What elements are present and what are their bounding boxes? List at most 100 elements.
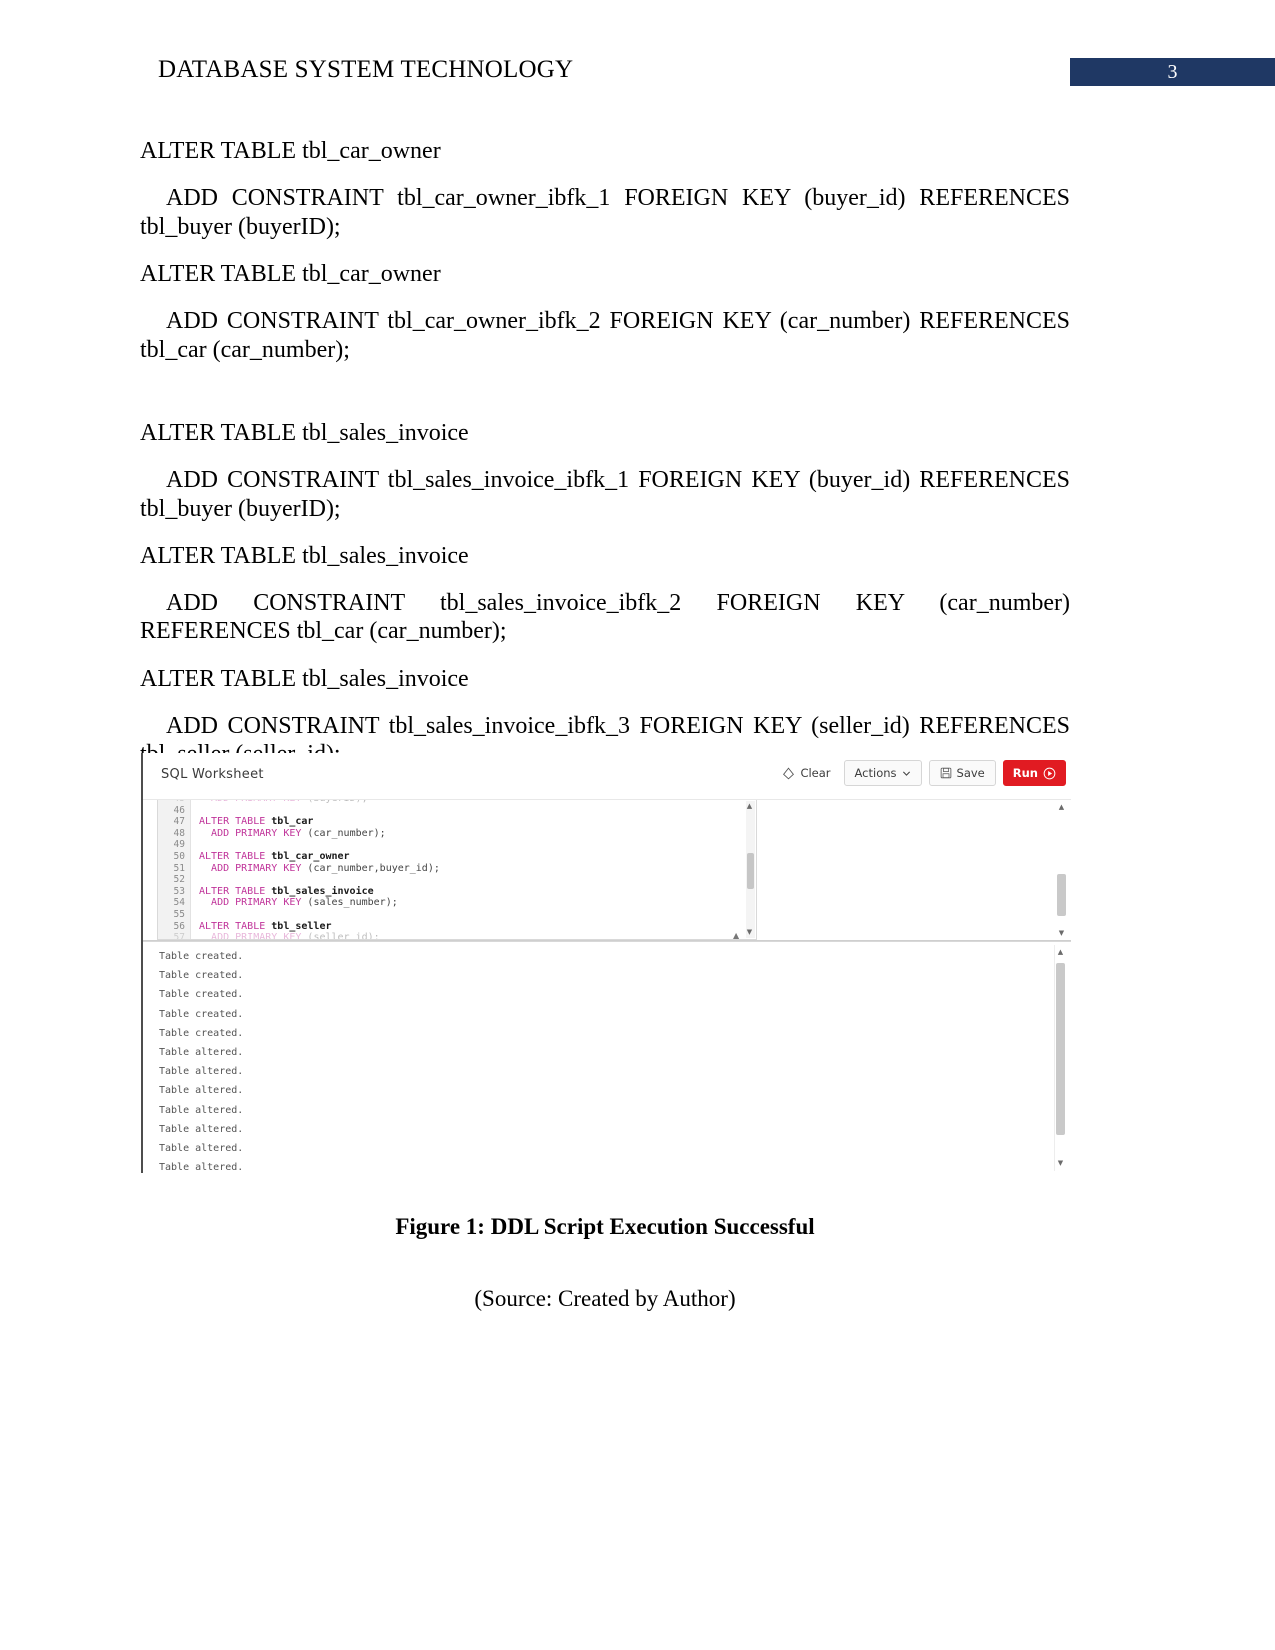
figure-caption: Figure 1: DDL Script Execution Successfu… [395,1214,815,1239]
code-line-number: 48 [173,827,185,839]
floppy-disk-icon [940,767,952,779]
code-line-text: ADD PRIMARY KEY (car_number,buyer_id); [211,862,440,874]
code-line: 54 ADD PRIMARY KEY (sales_number); [158,897,756,909]
editor-region: 45 ADD PRIMARY KEY (buyerID);4647ALTER T… [143,800,1071,941]
code-line-number: 49 [173,839,185,851]
worksheet-toolbar: SQL Worksheet Clear Actions Save Run [143,753,1071,800]
output-line: Table created. [159,1027,244,1039]
output-line: Table created. [159,970,244,982]
paragraph-alter-sales-invoice-3: ALTER TABLE tbl_sales_invoice [140,665,469,692]
worksheet-scroll-up-arrow[interactable]: ▲ [1057,802,1066,812]
worksheet-title: SQL Worksheet [161,767,264,782]
code-line-text: ADD PRIMARY KEY (buyerID); [190,800,368,805]
run-label: Run [1012,766,1038,780]
worksheet-scroll-down-arrow[interactable]: ▼ [1057,928,1066,938]
code-line: 52 [158,874,756,886]
actions-label: Actions [854,766,897,780]
header-title: DATABASE SYSTEM TECHNOLOGY [158,56,574,83]
code-line: 53 ALTER TABLE tbl_sales_invoice [158,886,756,898]
code-line: 50 ALTER TABLE tbl_car_owner [158,851,756,863]
code-line: 48 ADD PRIMARY KEY (car_number); [158,828,756,840]
paragraph-alter-sales-invoice-1: ALTER TABLE tbl_sales_invoice [140,419,469,446]
page-header: DATABASE SYSTEM TECHNOLOGY 3 [0,50,1275,94]
paragraph-alter-car-owner-1: ALTER TABLE tbl_car_owner [140,138,441,164]
code-lines: 45 ADD PRIMARY KEY (buyerID);4647ALTER T… [158,800,756,940]
editor-resize-handle[interactable]: ▲ [733,931,739,940]
code-line-number: 50 [173,850,185,862]
sql-code-editor[interactable]: 45 ADD PRIMARY KEY (buyerID);4647ALTER T… [157,800,757,940]
output-line: Table altered. [159,1066,244,1078]
paragraph-constraint-sales-invoice-2: ADD CONSTRAINT tbl_sales_invoice_ibfk_2 … [140,590,1070,645]
page-number-badge: 3 [1070,58,1275,86]
code-line-number: 53 [173,885,185,897]
run-button[interactable]: Run [1002,760,1066,786]
code-line-number: 57 [173,932,185,940]
output-line: Table created. [159,951,244,962]
editor-scroll-down-arrow[interactable]: ▼ [745,928,754,937]
toolbar-actions: Clear Actions Save Run [776,760,1066,786]
save-button[interactable]: Save [928,760,996,786]
output-line: Table created. [159,1008,244,1020]
code-line: 56 ALTER TABLE tbl_seller [158,921,756,933]
code-line: 47 ALTER TABLE tbl_car [158,816,756,828]
paragraph-constraint-sales-invoice-1: ADD CONSTRAINT tbl_sales_invoice_ibfk_1 … [140,467,1070,522]
code-line: 46 [158,805,756,817]
code-line: 45 ADD PRIMARY KEY (buyerID); [158,800,756,805]
output-line: Table altered. [159,1085,244,1097]
code-line-number: 54 [173,897,185,909]
code-line-number: 45 [158,800,190,805]
code-line: 49 [158,839,756,851]
output-line: Table altered. [159,1123,244,1135]
actions-dropdown-button[interactable]: Actions [843,760,922,786]
output-vertical-scrollbar[interactable]: ▲ ▼ [1054,945,1066,1171]
editor-scroll-thumb[interactable] [747,853,754,889]
script-output-pane: Table created. Table created. Table create… [143,941,1071,1173]
paragraph-constraint-car-owner-2: ADD CONSTRAINT tbl_car_owner_ibfk_2 FORE… [140,308,1070,363]
code-line-number: 51 [173,862,185,874]
code-line-number: 47 [173,816,185,828]
output-line: Table altered. [159,1047,244,1059]
worksheet-vertical-scrollbar[interactable]: ▲ ▼ [1056,800,1068,940]
save-label: Save [956,766,985,780]
code-line-text: ADD PRIMARY KEY (seller_id); [211,932,380,940]
code-line-text: ADD PRIMARY KEY (car_number); [211,827,386,839]
eraser-icon [782,767,795,780]
code-line-number: 55 [173,908,185,920]
clear-button[interactable]: Clear [776,760,836,786]
paragraph-constraint-car-owner-1: ADD CONSTRAINT tbl_car_owner_ibfk_1 FORE… [140,185,1070,240]
play-circle-icon [1043,767,1056,780]
document-body: ALTER TABLE tbl_car_owner ADD CONSTRAINT… [140,137,1070,788]
code-line-number: 56 [173,920,185,932]
output-line: Table altered. [159,1143,244,1155]
code-line: 57 ADD PRIMARY KEY (seller_id); [158,932,756,940]
output-scroll-down-arrow[interactable]: ▼ [1056,1158,1065,1169]
output-scroll-thumb[interactable] [1056,963,1065,1135]
code-line-text: ALTER TABLE tbl_car [199,816,314,828]
figure-source: (Source: Created by Author) [474,1286,736,1311]
code-line-number: 52 [173,874,185,886]
output-line: Table altered. [159,1162,244,1173]
output-line: Table altered. [159,1104,244,1116]
output-lines: Table created. Table created. Table create… [159,947,1045,1173]
code-line: 51 ADD PRIMARY KEY (car_number,buyer_id)… [158,863,756,875]
clear-label: Clear [800,766,831,780]
code-line-text: ADD PRIMARY KEY (sales_number); [211,897,398,909]
code-line: 55 [158,909,756,921]
output-scroll-up-arrow[interactable]: ▲ [1056,947,1065,958]
chevron-down-icon [902,769,911,778]
code-line-text: ALTER TABLE tbl_seller [199,920,332,932]
paragraph-alter-car-owner-2: ALTER TABLE tbl_car_owner [140,260,441,287]
code-line-text: ALTER TABLE tbl_car_owner [199,850,350,862]
editor-vertical-scrollbar[interactable]: ▲ ▼ [746,801,755,938]
sql-worksheet-screenshot: SQL Worksheet Clear Actions Save Run 46 … [141,753,1071,1173]
code-line-number: 46 [173,804,185,816]
output-line: Table created. [159,989,244,1001]
code-line-text: ALTER TABLE tbl_sales_invoice [199,885,374,897]
worksheet-scroll-thumb[interactable] [1057,874,1066,916]
editor-scroll-up-arrow[interactable]: ▲ [745,802,754,811]
